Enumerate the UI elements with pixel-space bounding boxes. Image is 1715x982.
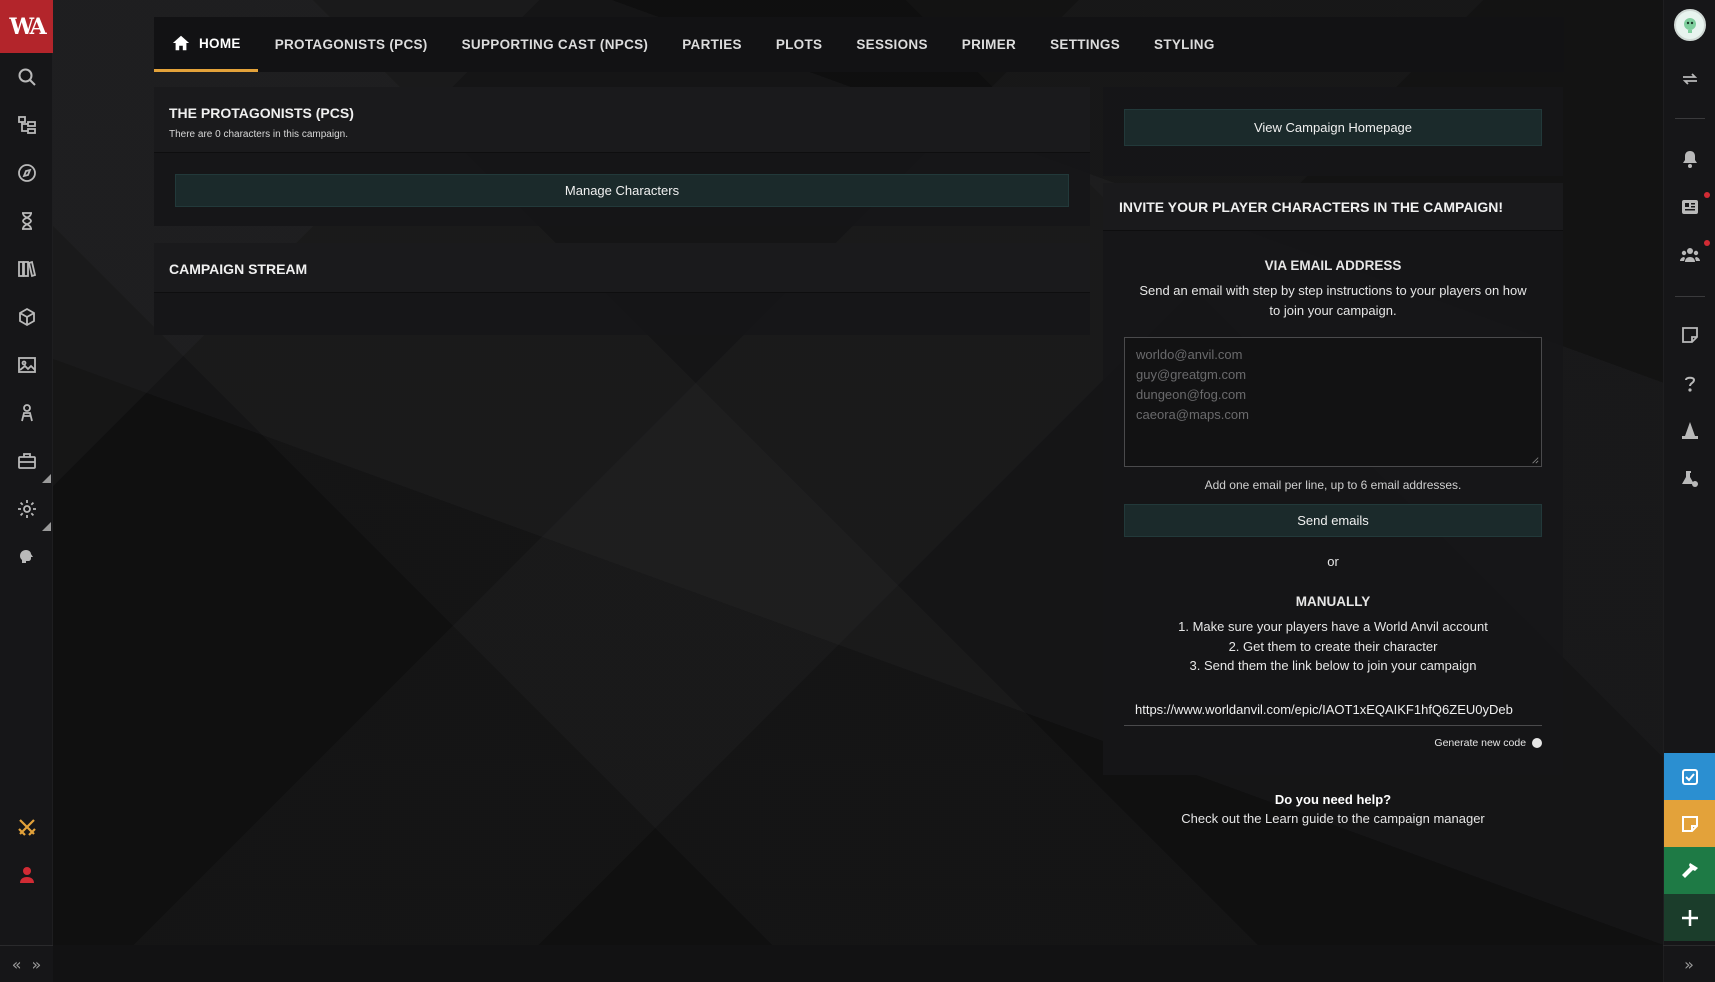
help-icon[interactable] [1664,368,1715,398]
email-hint: Add one email per line, up to 6 email ad… [1204,478,1462,492]
sword-icon[interactable] [0,812,53,842]
manual-step-1: 1. Make sure your players have a World A… [1178,619,1488,634]
group-icon[interactable] [1664,240,1715,270]
campaign-stream-title: CAMPAIGN STREAM [169,261,308,277]
right-sidebar-expand[interactable]: » [1663,945,1715,982]
create-action-button[interactable] [1664,894,1715,941]
lab-settings-icon[interactable] [1664,464,1715,494]
sticky-note-icon [1682,815,1698,832]
info-icon[interactable] [1532,738,1542,749]
protagonists-header: THE PROTAGONISTS (PCS) There are 0 chara… [154,87,1090,153]
campaign-stream-header: CAMPAIGN STREAM [154,243,1090,293]
email-addresses-textarea[interactable]: worldo@anvil.com guy@greatgm.com dungeon… [1124,337,1542,467]
send-emails-button[interactable]: Send emails [1124,504,1542,537]
tab-label: SUPPORTING CAST (NPCS) [461,37,649,52]
toolbox-icon[interactable] [0,446,53,476]
generate-new-code-link[interactable]: Generate new code [1300,737,1542,749]
protagonists-count: There are 0 characters in this campaign. [169,129,348,140]
books-icon[interactable] [0,254,53,284]
task-action-button[interactable] [1664,753,1715,800]
email-description-line-1: Send an email with step by step instruct… [1139,283,1527,298]
world-anvil-logo[interactable]: WA [0,0,53,53]
tab-sessions[interactable]: SESSIONS [839,17,944,72]
separator [1675,296,1705,297]
tab-protagonists[interactable]: PROTAGONISTS (PCS) [258,17,445,72]
tab-supporting-cast[interactable]: SUPPORTING CAST (NPCS) [445,17,666,72]
invite-title: INVITE YOUR PLAYER CHARACTERS IN THE CAM… [1119,199,1503,215]
collapse-left-icon[interactable]: « [12,955,22,974]
tree-icon[interactable] [0,110,53,140]
email-placeholder-line: worldo@anvil.com [1136,347,1243,362]
tab-label: PARTIES [682,37,742,52]
resize-handle-icon[interactable] [1531,456,1539,464]
right-sidebar: » [1663,0,1715,982]
or-separator: or [1327,554,1339,569]
help-text[interactable]: Check out the Learn guide to the campaig… [1104,809,1562,829]
sync-icon[interactable] [1664,64,1715,94]
sticky-note-action-button[interactable] [1664,800,1715,847]
image-icon[interactable] [0,350,53,380]
tab-label: SESSIONS [856,37,928,52]
manage-characters-button[interactable]: Manage Characters [175,174,1069,207]
hammer-icon [1682,862,1698,878]
generate-new-code-label: Generate new code [1434,737,1527,749]
tab-label: HOME [199,35,241,51]
expand-right-icon[interactable]: » [1684,955,1694,974]
view-campaign-homepage-button[interactable]: View Campaign Homepage [1124,109,1542,146]
hourglass-icon[interactable] [0,206,53,236]
tab-styling[interactable]: STYLING [1137,17,1232,72]
character-icon[interactable] [0,398,53,428]
email-placeholder-line: dungeon@fog.com [1136,387,1247,402]
build-action-button[interactable] [1664,847,1715,894]
sidebar-collapse-controls: « » [0,945,53,982]
gear-icon[interactable] [0,494,53,524]
tab-primer[interactable]: PRIMER [945,17,1033,72]
manual-step-3: 3. Send them the link below to join your… [1189,658,1477,673]
bell-icon[interactable] [1664,144,1715,174]
user-icon[interactable] [0,860,53,890]
cube-icon[interactable] [0,302,53,332]
tab-plots[interactable]: PLOTS [759,17,840,72]
tab-label: STYLING [1154,37,1215,52]
tab-parties[interactable]: PARTIES [665,17,759,72]
manual-step-2: 2. Get them to create their character [1228,639,1438,654]
manual-heading: MANUALLY [1295,594,1371,609]
compass-icon[interactable] [0,158,53,188]
news-icon[interactable] [1664,192,1715,222]
wizard-hat-icon[interactable] [1664,416,1715,446]
protagonists-title: THE PROTAGONISTS (PCS) [169,105,354,121]
campaign-stream-panel: CAMPAIGN STREAM [154,243,1090,335]
invite-link-value: https://www.worldanvil.com/epic/IAOT1xEQ… [1135,702,1513,717]
tab-label: PROTAGONISTS (PCS) [274,37,428,52]
submenu-indicator [42,522,51,531]
plus-icon [1682,909,1698,926]
separator [1675,118,1705,119]
checkbox-icon [1682,768,1698,785]
submenu-indicator [42,474,51,483]
invite-link-field[interactable]: https://www.worldanvil.com/epic/IAOT1xEQ… [1124,694,1542,726]
left-sidebar: WA « » [0,0,53,982]
expand-left-icon[interactable]: » [32,955,42,974]
note-icon[interactable] [1664,320,1715,350]
tab-label: PRIMER [961,37,1017,52]
campaign-nav: HOME PROTAGONISTS (PCS) SUPPORTING CAST … [154,17,1564,72]
email-placeholder-line: caeora@maps.com [1136,407,1249,422]
tab-label: PLOTS [775,37,823,52]
email-heading: VIA EMAIL ADDRESS [1264,258,1402,273]
search-icon[interactable] [0,62,53,92]
brain-icon[interactable] [0,542,53,572]
tab-home[interactable]: HOME [154,17,258,72]
avatar[interactable] [1674,9,1706,41]
invite-header: INVITE YOUR PLAYER CHARACTERS IN THE CAM… [1103,183,1563,231]
bottom-strip [53,945,1663,982]
email-placeholder-line: guy@greatgm.com [1136,367,1247,382]
help-title: Do you need help? [1274,792,1392,807]
tab-settings[interactable]: SETTINGS [1033,17,1137,72]
tab-label: SETTINGS [1050,37,1121,52]
home-icon [172,35,190,51]
email-description-line-2: to join your campaign. [1269,303,1397,318]
